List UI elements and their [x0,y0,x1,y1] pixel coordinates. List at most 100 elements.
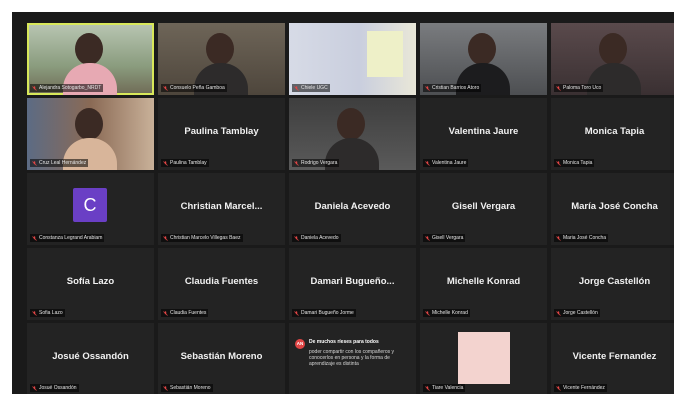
participant-display-name: Sebastián Moreno [180,351,263,362]
participant-tile[interactable]: Cruz Leal Hernández [27,98,154,170]
mic-muted-icon [32,385,37,391]
participant-name-label: Monica Tapia [554,159,595,167]
participant-name-label: Josué Ossandón [30,384,79,392]
mic-muted-icon [32,160,37,166]
mic-muted-icon [163,235,168,241]
participant-name-label: Paulina Tamblay [161,159,209,167]
participant-tile[interactable]: Alejandra Sotogarbo_NRDT [27,23,154,95]
participant-label-text: Gisell Vergara [432,235,464,241]
mic-muted-icon [556,160,561,166]
participant-display-name: Jorge Castellón [578,276,651,287]
gallery-grid: Alejandra Sotogarbo_NRDT Consuelo Peña Ga… [27,23,674,394]
participant-tile[interactable]: Vicente Fernandez Vicente Fernández [551,323,674,394]
participant-tile[interactable]: AN De muchos ríeses para todos poder compa… [289,323,416,394]
participant-tile[interactable]: Josué Ossandón Josué Ossandón [27,323,154,394]
participant-tile[interactable]: Paloma Toro Uco [551,23,674,95]
participant-display-name: Vicente Fernandez [572,351,657,362]
participant-tile[interactable]: Christian Marcel... Christian Marcelo Vil… [158,173,285,245]
participant-tile[interactable]: Cristian Barrios Atoro [420,23,547,95]
participant-name-label: Gisell Vergara [423,234,466,242]
participant-label-text: Damari Bugueño Jorme [301,310,354,316]
mic-muted-icon [294,310,299,316]
mic-muted-icon [556,385,561,391]
participant-label-text: Daniela Acevedo [301,235,339,241]
participant-tile[interactable]: Sofía Lazo Sofia Lazo [27,248,154,320]
mic-muted-icon [163,310,168,316]
participant-display-name: Michelle Konrad [446,276,521,287]
participant-tile[interactable]: Claudia Fuentes Claudia Fuentes [158,248,285,320]
participant-name-label: Maria José Concha [554,234,609,242]
participant-display-name: Claudia Fuentes [184,276,259,287]
video-feed [75,33,103,65]
participant-tile[interactable]: Consuelo Peña Gamboa [158,23,285,95]
participant-display-name: Gisell Vergara [451,201,516,212]
mic-muted-icon [425,160,430,166]
participant-tile[interactable]: Paulina Tamblay Paulina Tamblay [158,98,285,170]
participant-display-name: Daniela Acevedo [314,201,391,212]
participant-display-name: Christian Marcel... [180,201,263,212]
mic-muted-icon [425,235,430,241]
participant-tile[interactable]: Rodrigo Vergara [289,98,416,170]
mic-muted-icon [294,85,299,91]
chat-body: poder compartir con los compañeros y con… [309,349,395,367]
mic-muted-icon [294,160,299,166]
participant-name-label: Paloma Toro Uco [554,84,604,92]
participant-tile[interactable]: Chiele UGC [289,23,416,95]
participant-tile[interactable]: Tiare Valencia [420,323,547,394]
participant-tile[interactable]: Damari Bugueño... Damari Bugueño Jorme [289,248,416,320]
participant-name-label: Constanza Legrand Arabiam [30,234,105,242]
mic-muted-icon [556,235,561,241]
participant-label-text: Paulina Tamblay [170,160,207,166]
chat-avatar-icon: AN [295,339,305,349]
participant-tile[interactable]: María José Concha Maria José Concha [551,173,674,245]
participant-label-text: Chiele UGC [301,85,328,91]
participant-name-label: Claudia Fuentes [161,309,209,317]
video-feed [458,332,510,384]
participant-display-name: Damari Bugueño... [310,276,395,287]
participant-name-label: Sebastián Moreno [161,384,213,392]
video-feed [206,33,234,65]
participant-label-text: Christian Marcelo Villegas Baez [170,235,241,241]
zoom-window: Alejandra Sotogarbo_NRDT Consuelo Peña Ga… [12,12,674,394]
participant-label-text: Paloma Toro Uco [563,85,602,91]
participant-label-text: Jorge Castellón [563,310,598,316]
participant-tile[interactable]: Michelle Konrad Michelle Konrad [420,248,547,320]
participant-tile[interactable]: Gisell Vergara Gisell Vergara [420,173,547,245]
participant-label-text: Consuelo Peña Gamboa [170,85,225,91]
participant-display-name: Sofía Lazo [66,276,115,287]
video-feed [599,33,627,65]
participant-label-text: Constanza Legrand Arabiam [39,235,103,241]
participant-name-label: Tiare Valencia [423,384,466,392]
participant-tile[interactable]: C Constanza Legrand Arabiam [27,173,154,245]
participant-tile[interactable]: Valentina Jaure Valentina Jaure [420,98,547,170]
mic-muted-icon [556,310,561,316]
participant-name-label: Valentina Jaure [423,159,469,167]
participant-tile[interactable]: Sebastián Moreno Sebastián Moreno [158,323,285,394]
video-feed [367,31,403,77]
participant-label-text: Michelle Konrad [432,310,468,316]
video-feed [337,108,365,140]
participant-tile[interactable]: Jorge Castellón Jorge Castellón [551,248,674,320]
participant-name-label: Daniela Acevedo [292,234,341,242]
mic-muted-icon [163,385,168,391]
participant-name-label: Cristian Barrios Atoro [423,84,482,92]
participant-display-name: Paulina Tamblay [184,126,259,137]
participant-tile[interactable]: Daniela Acevedo Daniela Acevedo [289,173,416,245]
mic-muted-icon [425,310,430,316]
participant-label-text: Alejandra Sotogarbo_NRDT [39,85,102,91]
participant-display-name: Monica Tapia [584,126,645,137]
participant-name-label: Alejandra Sotogarbo_NRDT [30,84,104,92]
participant-label-text: Valentina Jaure [432,160,467,166]
participant-label-text: Josué Ossandón [39,385,77,391]
participant-label-text: Sebastián Moreno [170,385,211,391]
mic-muted-icon [425,85,430,91]
participant-tile[interactable]: Monica Tapia Monica Tapia [551,98,674,170]
participant-name-label: Chiele UGC [292,84,330,92]
participant-name-label: Vicente Fernández [554,384,607,392]
mic-muted-icon [32,85,37,91]
participant-display-name: Josué Ossandón [52,351,129,362]
participant-name-label: Damari Bugueño Jorme [292,309,356,317]
participant-label-text: Vicente Fernández [563,385,605,391]
participant-label-text: Tiare Valencia [432,385,464,391]
mic-muted-icon [425,385,430,391]
